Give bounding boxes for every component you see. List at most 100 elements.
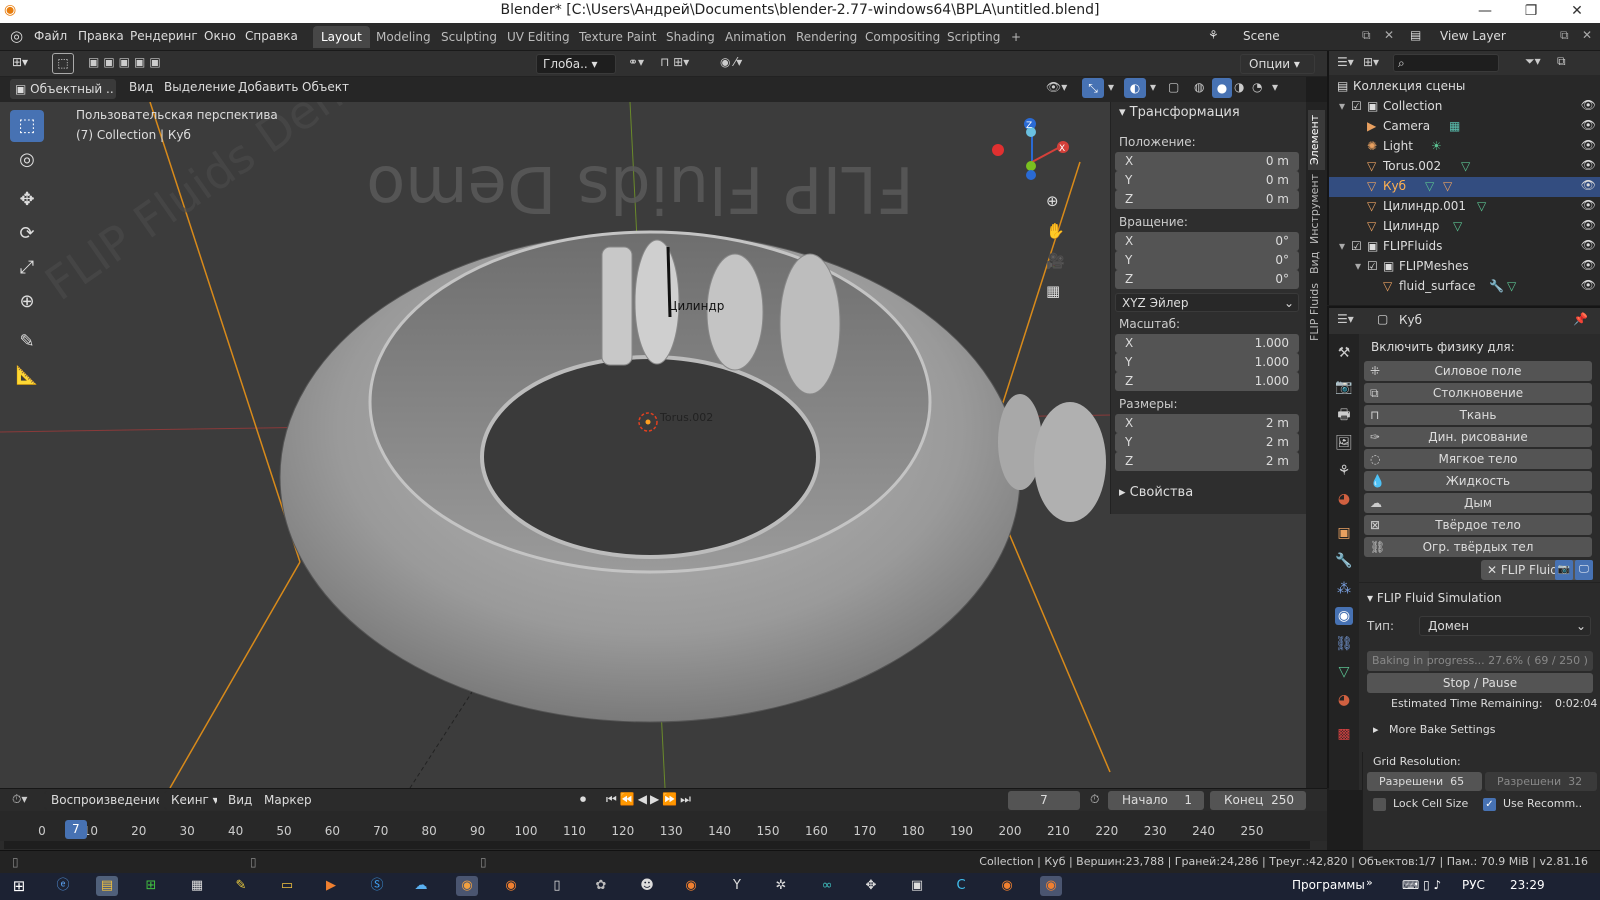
tab-flip-fluids[interactable]: FLIP Fluids [1308,282,1325,342]
texture-tab-icon[interactable]: ▩ [1335,725,1353,743]
menu-select[interactable]: Выделение [164,80,235,94]
soft-body-button[interactable]: ◌ Мягкое тело [1364,449,1592,469]
render-tab-icon[interactable]: 📷 [1335,378,1353,396]
select-mode-icons[interactable]: ▣▣▣▣▣ [88,55,165,69]
paint-icon[interactable]: ✿ [590,876,612,896]
tab-rendering[interactable]: Rendering [788,26,865,48]
tool-icon[interactable]: ✥ [860,876,882,896]
current-frame-field[interactable]: 7 [1008,791,1080,810]
app-icon[interactable]: ☁ [410,876,432,896]
eye-icon[interactable]: 👁 [1581,198,1596,212]
playback-menu[interactable]: Воспроизведение ▾ [44,791,160,810]
rigid-body-constraint-button[interactable]: ⛓ Огр. твёрдых тел [1364,537,1592,557]
explorer-icon[interactable]: ▤ [96,876,118,896]
world-tab-icon[interactable]: ◕ [1335,490,1353,508]
outliner-row[interactable]: ▾ ☑ ▣ Collection 👁 [1329,97,1600,117]
tab-animation[interactable]: Animation [717,26,794,48]
new-scene-icon[interactable]: ⧉ [1362,28,1371,43]
scene-tab-icon[interactable]: ⚘ [1335,462,1353,480]
collision-button[interactable]: ⧉ Столкновение [1364,383,1592,403]
annotate-tool-icon[interactable]: ✎ [10,326,44,358]
transform-tool-icon[interactable]: ⊕ [10,286,44,318]
minimize-button[interactable]: — [1462,0,1508,23]
blender-task-icon-2[interactable]: ◉ [680,876,702,896]
outliner-row[interactable]: ▾ ☑ ▣ FLIPMeshes 👁 [1329,257,1600,277]
tab-sculpting[interactable]: Sculpting [433,26,505,48]
rigid-body-button[interactable]: ⊠ Твёрдое тело [1364,515,1592,535]
record-icon[interactable]: ⏺ [580,792,586,807]
visibility-icon[interactable]: 👁▾ [1046,80,1067,94]
cloth-button[interactable]: ⊓ Ткань [1364,405,1592,425]
move-tool-icon[interactable]: ✥ [10,184,44,216]
scene-name[interactable]: Scene [1243,29,1280,43]
expand-icon[interactable]: ▾ [1355,259,1361,273]
dimensions-y-field[interactable]: Y 2 m [1115,433,1299,452]
yandex-icon[interactable]: Y [726,876,748,896]
more-bake-settings-toggle[interactable]: ▸ More Bake Settings [1373,723,1495,736]
shading-dropdown-icon[interactable]: ▾ [1272,80,1278,94]
eye-icon[interactable]: 👁 [1581,138,1596,152]
close-button[interactable]: ✕ [1554,0,1600,23]
timeline-marker-menu[interactable]: Маркер [264,793,312,807]
snap-icon[interactable]: ⊓ ⊞▾ [660,55,689,69]
expand-icon[interactable]: ▾ [1339,239,1345,253]
resolution-secondary-field[interactable]: Разрешени 32 [1485,772,1597,791]
select-box-icon[interactable]: ⬚ [52,53,74,74]
playback-controls[interactable]: ⏮⏪◀▶⏩⏭ [606,792,694,807]
delete-scene-icon[interactable]: ✕ [1384,28,1394,42]
eye-icon[interactable]: 👁 [1581,178,1596,192]
playhead[interactable]: 7 [64,820,87,839]
clock-icon[interactable]: ⏱ [1090,792,1099,807]
material-icon[interactable]: ▽ [1443,179,1452,193]
rotation-y-field[interactable]: Y0°🔒 [1115,251,1319,270]
folder-icon[interactable]: ▭ [276,876,298,896]
blender-task-icon-3[interactable]: ◉ [996,876,1018,896]
zoom-icon[interactable]: ⊕ [1046,192,1059,210]
material-tab-icon[interactable]: ◕ [1335,691,1353,709]
tab-view[interactable]: Вид [1308,248,1325,278]
resolution-field[interactable]: Разрешени 65 [1367,772,1482,791]
outliner-row[interactable]: ▾ ☑ ▣ FLIPFluids 👁 [1329,237,1600,257]
tab-compositing[interactable]: Compositing [857,26,948,48]
mesh-data-icon[interactable]: ▽ [1453,219,1462,233]
calculator-icon[interactable]: ▦ [186,876,208,896]
camera-view-icon[interactable]: 🎥 [1046,252,1065,270]
timeline-editor-icon[interactable]: ⏱▾ [12,792,27,807]
notepad-icon[interactable]: ✎ [230,876,252,896]
lock-cell-size-checkbox[interactable] [1373,798,1386,811]
physics-tab-icon[interactable]: ◉ [1335,607,1353,625]
tab-item[interactable]: Элемент [1308,110,1325,170]
gizmo-dropdown-icon[interactable]: ▾ [1108,80,1114,94]
skype-icon[interactable]: Ⓢ [366,876,388,896]
view-layer-name[interactable]: View Layer [1440,29,1506,43]
scale-y-field[interactable]: Y1.000🔓 [1115,353,1319,372]
start-frame-field[interactable]: Начало 1 [1108,791,1204,810]
overlay-toggle-icon[interactable]: ◐ [1124,78,1146,98]
tab-shading[interactable]: Shading [658,26,723,48]
rotation-mode-select[interactable]: XYZ Эйлер ⌄ [1115,293,1299,312]
outliner-editor-icon[interactable]: ☰▾ [1337,55,1354,69]
type-select[interactable]: Домен ⌄ [1419,616,1591,636]
filter-icon[interactable]: ⏷▾ [1525,54,1541,69]
transform-panel-header[interactable]: ▾ Трансформация [1119,105,1240,120]
properties-subpanel-header[interactable]: ▸ Свойства [1119,485,1193,500]
outliner-row[interactable]: ▶ Camera ▦ 👁 [1329,117,1600,137]
menu-object[interactable]: Объект [302,80,349,94]
pin-icon[interactable]: 📌 [1573,312,1588,326]
tab-texture-paint[interactable]: Texture Paint [571,26,664,48]
eye-icon[interactable]: 👁 [1581,278,1596,292]
steam-icon[interactable]: ✲ [770,876,792,896]
ie-icon[interactable]: ⓔ [52,876,74,896]
scale-x-field[interactable]: X1.000🔓 [1115,334,1319,353]
smoke-button[interactable]: ☁ Дым [1364,493,1592,513]
menu-edit[interactable]: Правка [78,29,124,43]
eye-icon[interactable]: 👁 [1581,218,1596,232]
language-indicator[interactable]: РУС [1462,878,1485,892]
mesh-data-icon[interactable]: ▽ [1425,179,1434,193]
solid-shading-icon[interactable]: ● [1212,78,1232,98]
menu-help[interactable]: Справка [245,29,298,43]
game-icon[interactable]: ☻ [636,876,658,896]
outliner-root[interactable]: ▤ Коллекция сцены [1329,77,1600,97]
chrome-icon[interactable]: ◉ [456,876,478,896]
grid-view-icon[interactable]: ▦ [1046,282,1060,300]
